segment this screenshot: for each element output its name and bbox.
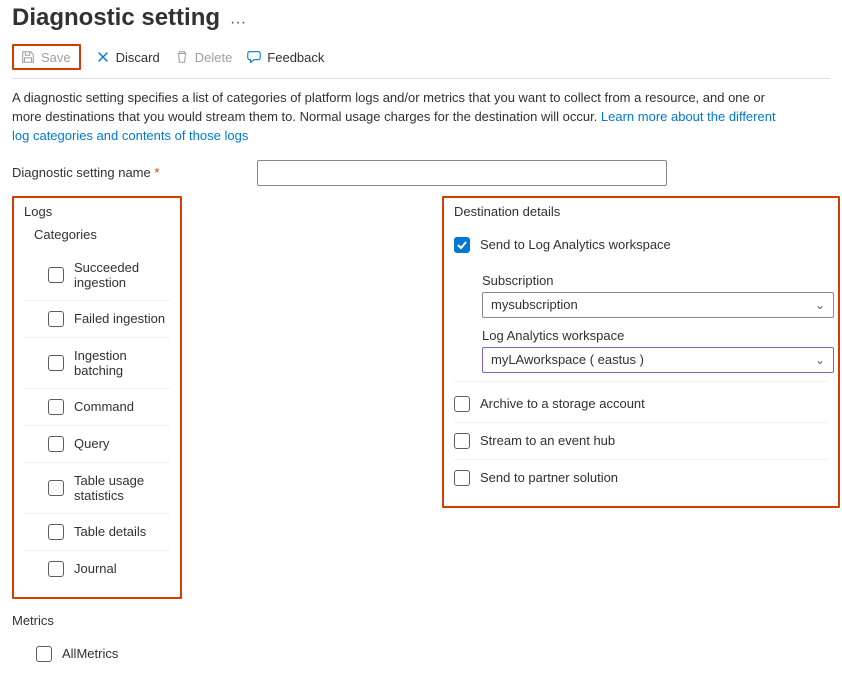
log-item-details[interactable]: Table details xyxy=(24,514,170,551)
discard-label: Discard xyxy=(116,50,160,65)
checkbox-icon[interactable] xyxy=(454,470,470,486)
checkbox-icon[interactable] xyxy=(48,480,64,496)
destination-panel: Destination details Send to Log Analytic… xyxy=(442,196,840,508)
dest-partner[interactable]: Send to partner solution xyxy=(454,460,828,496)
feedback-label: Feedback xyxy=(267,50,324,65)
subscription-label: Subscription xyxy=(482,273,828,288)
categories-label: Categories xyxy=(34,227,170,242)
log-item-query[interactable]: Query xyxy=(24,426,170,463)
log-item-command[interactable]: Command xyxy=(24,389,170,426)
discard-button[interactable]: Discard xyxy=(95,49,160,65)
save-button[interactable]: Save xyxy=(12,44,81,70)
checkbox-icon[interactable] xyxy=(48,355,64,371)
dest-archive[interactable]: Archive to a storage account xyxy=(454,386,828,423)
checkbox-icon[interactable] xyxy=(454,237,470,253)
setting-name-input[interactable] xyxy=(257,160,667,186)
description-text: A diagnostic setting specifies a list of… xyxy=(12,79,782,152)
checkbox-icon[interactable] xyxy=(36,646,52,662)
delete-label: Delete xyxy=(195,50,233,65)
checkbox-icon[interactable] xyxy=(48,561,64,577)
setting-name-label: Diagnostic setting name * xyxy=(12,165,247,180)
subscription-dropdown[interactable]: mysubscription ⌄ xyxy=(482,292,834,318)
log-item-journal[interactable]: Journal xyxy=(24,551,170,587)
chevron-down-icon: ⌄ xyxy=(815,298,825,312)
page-title: Diagnostic setting xyxy=(12,4,220,32)
delete-button[interactable]: Delete xyxy=(174,49,233,65)
metrics-item-all[interactable]: AllMetrics xyxy=(12,636,182,672)
destination-title: Destination details xyxy=(454,204,828,219)
save-icon xyxy=(20,49,36,65)
checkbox-icon[interactable] xyxy=(48,436,64,452)
feedback-button[interactable]: Feedback xyxy=(246,49,324,65)
close-icon xyxy=(95,49,111,65)
checkbox-icon[interactable] xyxy=(48,399,64,415)
logs-panel: Logs Categories Succeeded ingestion Fail… xyxy=(12,196,182,599)
dest-stream[interactable]: Stream to an event hub xyxy=(454,423,828,460)
trash-icon xyxy=(174,49,190,65)
checkbox-icon[interactable] xyxy=(48,524,64,540)
checkbox-icon[interactable] xyxy=(454,396,470,412)
log-item-failed[interactable]: Failed ingestion xyxy=(24,301,170,338)
checkbox-icon[interactable] xyxy=(454,433,470,449)
logs-title: Logs xyxy=(24,204,170,219)
metrics-title: Metrics xyxy=(12,613,182,628)
chevron-down-icon: ⌄ xyxy=(815,353,825,367)
log-item-usage[interactable]: Table usage statistics xyxy=(24,463,170,514)
save-label: Save xyxy=(41,50,71,65)
checkbox-icon[interactable] xyxy=(48,311,64,327)
log-item-batching[interactable]: Ingestion batching xyxy=(24,338,170,389)
log-item-succeeded[interactable]: Succeeded ingestion xyxy=(24,250,170,301)
feedback-icon xyxy=(246,49,262,65)
dest-send-law[interactable]: Send to Log Analytics workspace xyxy=(454,227,828,263)
workspace-label: Log Analytics workspace xyxy=(482,328,828,343)
metrics-section: Metrics AllMetrics xyxy=(12,613,182,672)
checkbox-icon[interactable] xyxy=(48,267,64,283)
more-icon[interactable]: ··· xyxy=(230,6,246,32)
workspace-dropdown[interactable]: myLAworkspace ( eastus ) ⌄ xyxy=(482,347,834,373)
